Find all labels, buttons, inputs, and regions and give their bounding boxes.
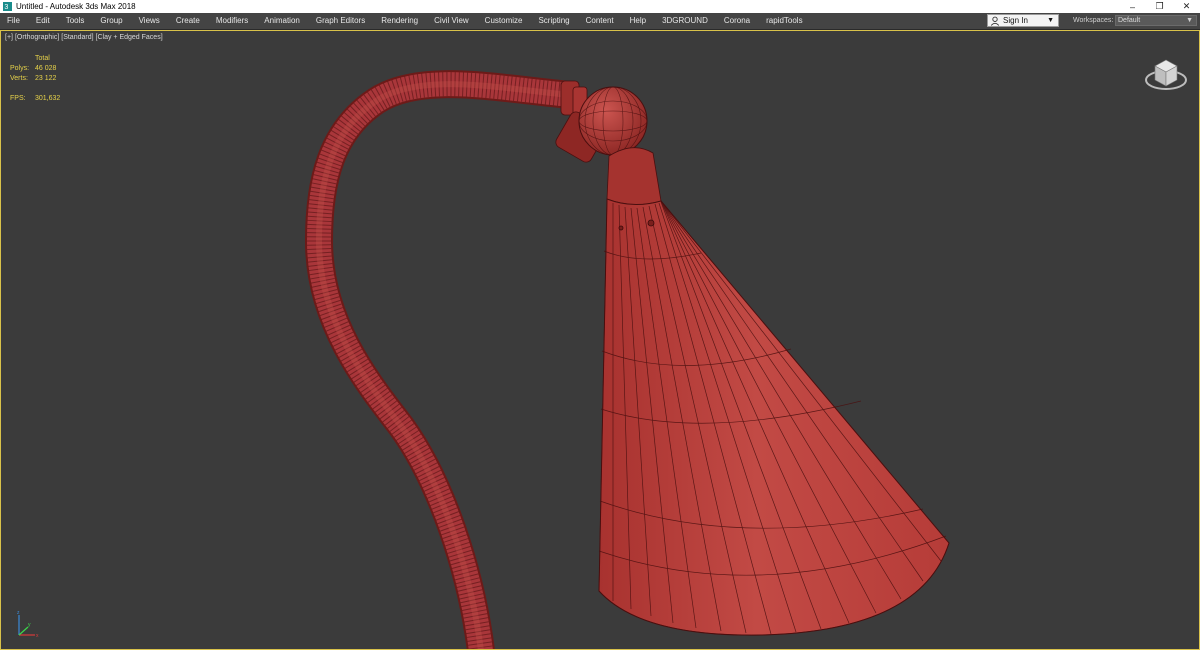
close-button[interactable]: ✕ xyxy=(1173,0,1200,13)
menu-rapidtools[interactable]: rapidTools xyxy=(758,13,810,29)
stats-polys-label: Polys: xyxy=(10,65,30,72)
viewport-statistics: Total Polys: 46 028 Verts: 23 122 FPS: 3… xyxy=(10,54,60,104)
chevron-down-icon: ▼ xyxy=(1186,17,1193,24)
title-bar: 3 Untitled - Autodesk 3ds Max 2018 – ❐ ✕ xyxy=(0,0,1200,13)
stats-fps-value: 301,632 xyxy=(35,95,61,102)
viewport-shading-label[interactable]: [Standard] xyxy=(61,34,93,41)
user-icon xyxy=(990,16,1000,26)
menu-views[interactable]: Views xyxy=(131,13,168,29)
menu-create[interactable]: Create xyxy=(168,13,208,29)
chevron-down-icon: ▼ xyxy=(1047,17,1054,24)
svg-text:3: 3 xyxy=(4,2,8,11)
sign-in-dropdown[interactable]: Sign In ▼ xyxy=(987,14,1059,27)
stats-polys-value: 46 028 xyxy=(35,65,57,72)
viewport-menu-plus[interactable]: [+] xyxy=(5,34,13,41)
menu-tools[interactable]: Tools xyxy=(58,13,93,29)
menu-scripting[interactable]: Scripting xyxy=(530,13,577,29)
axis-tripod-icon: z x y xyxy=(17,610,39,639)
restore-button[interactable]: ❐ xyxy=(1146,0,1173,13)
viewcube-icon[interactable] xyxy=(1143,50,1189,94)
workspaces-select[interactable]: Default ▼ xyxy=(1115,15,1197,26)
viewport-display-mode-label[interactable]: [Clay + Edged Faces] xyxy=(96,34,163,41)
menu-rendering[interactable]: Rendering xyxy=(373,13,426,29)
minimize-button[interactable]: – xyxy=(1119,0,1146,13)
menu-group[interactable]: Group xyxy=(92,13,130,29)
workspaces-value: Default xyxy=(1118,17,1141,24)
menu-civil-view[interactable]: Civil View xyxy=(426,13,477,29)
viewport-pov-label[interactable]: [Orthographic] xyxy=(15,34,59,41)
menu-graph-editors[interactable]: Graph Editors xyxy=(308,13,373,29)
stats-header: Total xyxy=(35,55,50,62)
menu-animation[interactable]: Animation xyxy=(256,13,308,29)
stats-verts-value: 23 122 xyxy=(35,75,57,82)
menu-help[interactable]: Help xyxy=(622,13,654,29)
sign-in-label: Sign In xyxy=(1003,16,1028,25)
scene-render xyxy=(304,70,950,649)
viewport-label-bar: [+] [Orthographic] [Standard] [Clay + Ed… xyxy=(5,34,163,41)
window-title: Untitled - Autodesk 3ds Max 2018 xyxy=(16,2,136,11)
menu-edit[interactable]: Edit xyxy=(28,13,58,29)
svg-text:y: y xyxy=(28,622,31,628)
3ds-max-app-icon: 3 xyxy=(3,2,12,11)
menu-corona[interactable]: Corona xyxy=(716,13,758,29)
stats-verts-label: Verts: xyxy=(10,75,28,82)
menu-customize[interactable]: Customize xyxy=(477,13,531,29)
workspaces-label: Workspaces: xyxy=(1073,17,1114,24)
menu-content[interactable]: Content xyxy=(578,13,622,29)
lamp-ball-joint xyxy=(578,86,648,156)
menu-file[interactable]: File xyxy=(0,13,28,29)
viewport-perspective[interactable]: [+] [Orthographic] [Standard] [Clay + Ed… xyxy=(0,30,1200,650)
menu-modifiers[interactable]: Modifiers xyxy=(208,13,256,29)
svg-text:x: x xyxy=(36,633,39,639)
stats-fps-label: FPS: xyxy=(10,95,26,102)
menu-3dground[interactable]: 3DGROUND xyxy=(654,13,716,29)
lamp-shade-neck xyxy=(606,147,662,205)
